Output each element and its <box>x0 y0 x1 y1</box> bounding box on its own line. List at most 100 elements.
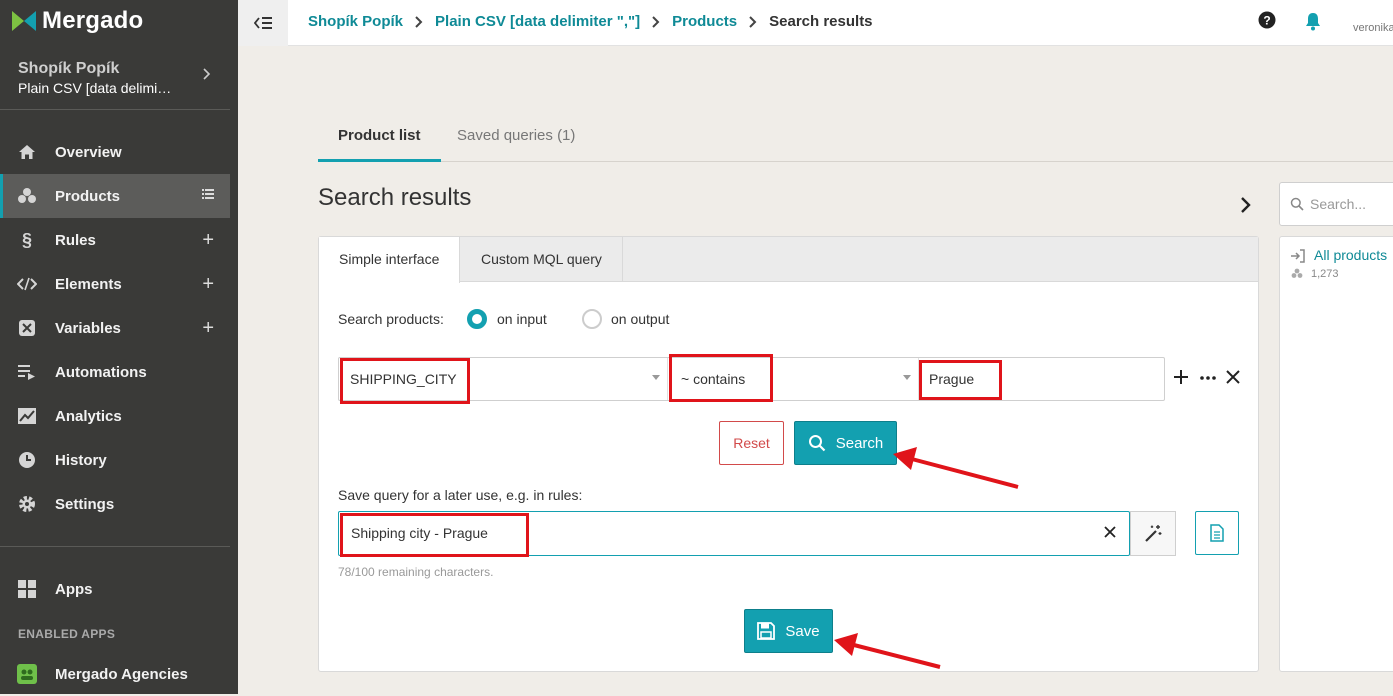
user-name[interactable]: veronika <box>1353 22 1393 34</box>
query-search-input[interactable]: Search... <box>1279 182 1393 226</box>
bell-icon[interactable] <box>1304 11 1322 31</box>
save-query-label: Save query for a later use, e.g. in rule… <box>338 487 583 503</box>
add-element-plus-icon[interactable]: + <box>202 274 214 294</box>
floppy-disk-icon <box>757 622 776 640</box>
mergado-logo[interactable]: Mergado <box>12 6 143 36</box>
enabled-apps-heading: ENABLED APPS <box>18 627 116 641</box>
breadcrumb-shop[interactable]: Shopík Popík <box>308 13 403 30</box>
generate-name-button[interactable] <box>1130 511 1176 556</box>
sidebar-item-label: Analytics <box>55 407 122 425</box>
save-query-input[interactable]: Shipping city - Prague <box>338 511 1130 556</box>
save-button-label: Save <box>785 622 820 640</box>
search-placeholder: Search... <box>1310 196 1367 212</box>
magic-wand-icon <box>1143 524 1163 544</box>
breadcrumb: Shopík Popík Plain CSV [data delimiter "… <box>308 13 873 30</box>
sidebar-item-label: History <box>55 451 107 469</box>
code-icon <box>17 274 37 294</box>
tab-simple-interface[interactable]: Simple interface <box>319 237 461 283</box>
caret-down-icon <box>903 375 911 380</box>
search-icon <box>808 434 826 452</box>
variable-icon <box>17 318 37 338</box>
add-rule-plus-icon[interactable]: + <box>202 230 214 250</box>
enter-icon <box>1290 249 1306 263</box>
chevron-right-icon <box>415 15 423 28</box>
sidebar-item-products[interactable]: Products <box>0 174 230 218</box>
add-condition-plus-icon[interactable] <box>1173 369 1189 385</box>
sidebar-item-analytics[interactable]: Analytics <box>0 394 230 438</box>
value-input[interactable]: Prague <box>919 358 1164 400</box>
document-icon <box>1209 523 1225 543</box>
radio-on-input[interactable] <box>467 309 487 329</box>
radio-on-output[interactable] <box>582 309 602 329</box>
sidebar-item-label: Rules <box>55 231 96 249</box>
add-variable-plus-icon[interactable]: + <box>202 318 214 338</box>
operator-select-value: ~ contains <box>681 371 746 387</box>
radio-on-input-label[interactable]: on input <box>497 311 547 327</box>
value-input-text: Prague <box>929 371 975 387</box>
search-button[interactable]: Search <box>794 421 897 465</box>
reset-button[interactable]: Reset <box>719 421 784 465</box>
tab-custom-mql-query[interactable]: Custom MQL query <box>461 237 623 282</box>
tab-product-list[interactable]: Product list <box>318 120 441 162</box>
sidebar-item-automations[interactable]: Automations <box>0 350 230 394</box>
operator-select[interactable]: ~ contains <box>668 358 918 400</box>
field-select[interactable]: SHIPPING_CITY <box>339 358 667 400</box>
clear-close-icon[interactable] <box>1103 525 1117 539</box>
chevron-right-icon <box>202 68 212 80</box>
shop-switcher[interactable]: Shopík Popík Plain CSV [data delimi… <box>18 60 228 96</box>
home-icon <box>17 142 37 162</box>
save-query-value: Shipping city - Prague <box>351 525 488 541</box>
sidebar-item-overview[interactable]: Overview <box>0 130 230 174</box>
sidebar-item-label: Elements <box>55 275 122 293</box>
sidebar-item-label: Products <box>55 187 121 205</box>
remaining-characters: 78/100 remaining characters. <box>338 565 494 579</box>
collapse-sidebar-button[interactable] <box>238 0 288 46</box>
sidebar-item-label: Automations <box>55 363 147 381</box>
chart-icon <box>17 406 37 426</box>
boxes-icon <box>1291 268 1303 279</box>
more-options-icon[interactable] <box>1200 376 1216 380</box>
query-item-count: 1,273 <box>1311 268 1339 280</box>
chevron-right-icon <box>652 15 660 28</box>
save-button[interactable]: Save <box>744 609 833 653</box>
reset-button-label: Reset <box>733 435 770 451</box>
search-card: Simple interface Custom MQL query Search… <box>318 236 1259 672</box>
sidebar-item-apps[interactable]: Apps <box>0 567 230 611</box>
breadcrumb-feed[interactable]: Plain CSV [data delimiter ","] <box>435 13 640 30</box>
gear-icon <box>17 494 37 514</box>
sidebar: Mergado Shopík Popík Plain CSV [data del… <box>0 0 238 694</box>
mergado-logo-icon <box>12 9 36 33</box>
chevron-right-icon[interactable] <box>1240 196 1252 214</box>
sidebar-item-elements[interactable]: Elements + <box>0 262 230 306</box>
breadcrumb-current: Search results <box>769 13 873 30</box>
sidebar-item-label: Apps <box>55 580 93 598</box>
query-condition-row: SHIPPING_CITY ~ contains Prague <box>338 357 1165 401</box>
feed-name: Plain CSV [data delimi… <box>18 80 172 96</box>
radio-on-output-label[interactable]: on output <box>611 311 669 327</box>
shop-name: Shopík Popík <box>18 60 120 77</box>
sidebar-item-label: Overview <box>55 143 122 161</box>
query-list-panel: All products 1,273 <box>1279 236 1393 672</box>
sidebar-item-label: Variables <box>55 319 121 337</box>
search-interface-tabs: Simple interface Custom MQL query <box>319 237 1258 283</box>
sidebar-item-mergado-agencies[interactable]: Mergado Agencies <box>0 652 230 696</box>
search-icon <box>1290 197 1304 211</box>
remove-condition-close-icon[interactable] <box>1225 369 1241 385</box>
sidebar-item-rules[interactable]: § Rules + <box>0 218 230 262</box>
breadcrumb-products[interactable]: Products <box>672 13 737 30</box>
sidebar-item-label: Mergado Agencies <box>55 665 188 683</box>
tab-saved-queries[interactable]: Saved queries (1) <box>437 120 595 162</box>
help-icon[interactable]: ? <box>1258 11 1276 29</box>
boxes-icon <box>17 186 37 206</box>
query-item-all-products[interactable]: All products <box>1314 247 1387 263</box>
chevron-right-icon <box>749 15 757 28</box>
top-bar: Shopík Popík Plain CSV [data delimiter "… <box>238 0 1393 46</box>
sidebar-item-settings[interactable]: Settings <box>0 482 230 526</box>
apps-grid-icon <box>17 579 37 599</box>
list-icon[interactable] <box>202 189 214 199</box>
agencies-icon <box>17 664 37 684</box>
page-title: Search results <box>318 184 472 211</box>
sidebar-item-history[interactable]: History <box>0 438 230 482</box>
sidebar-item-variables[interactable]: Variables + <box>0 306 230 350</box>
saved-queries-button[interactable] <box>1195 511 1239 555</box>
